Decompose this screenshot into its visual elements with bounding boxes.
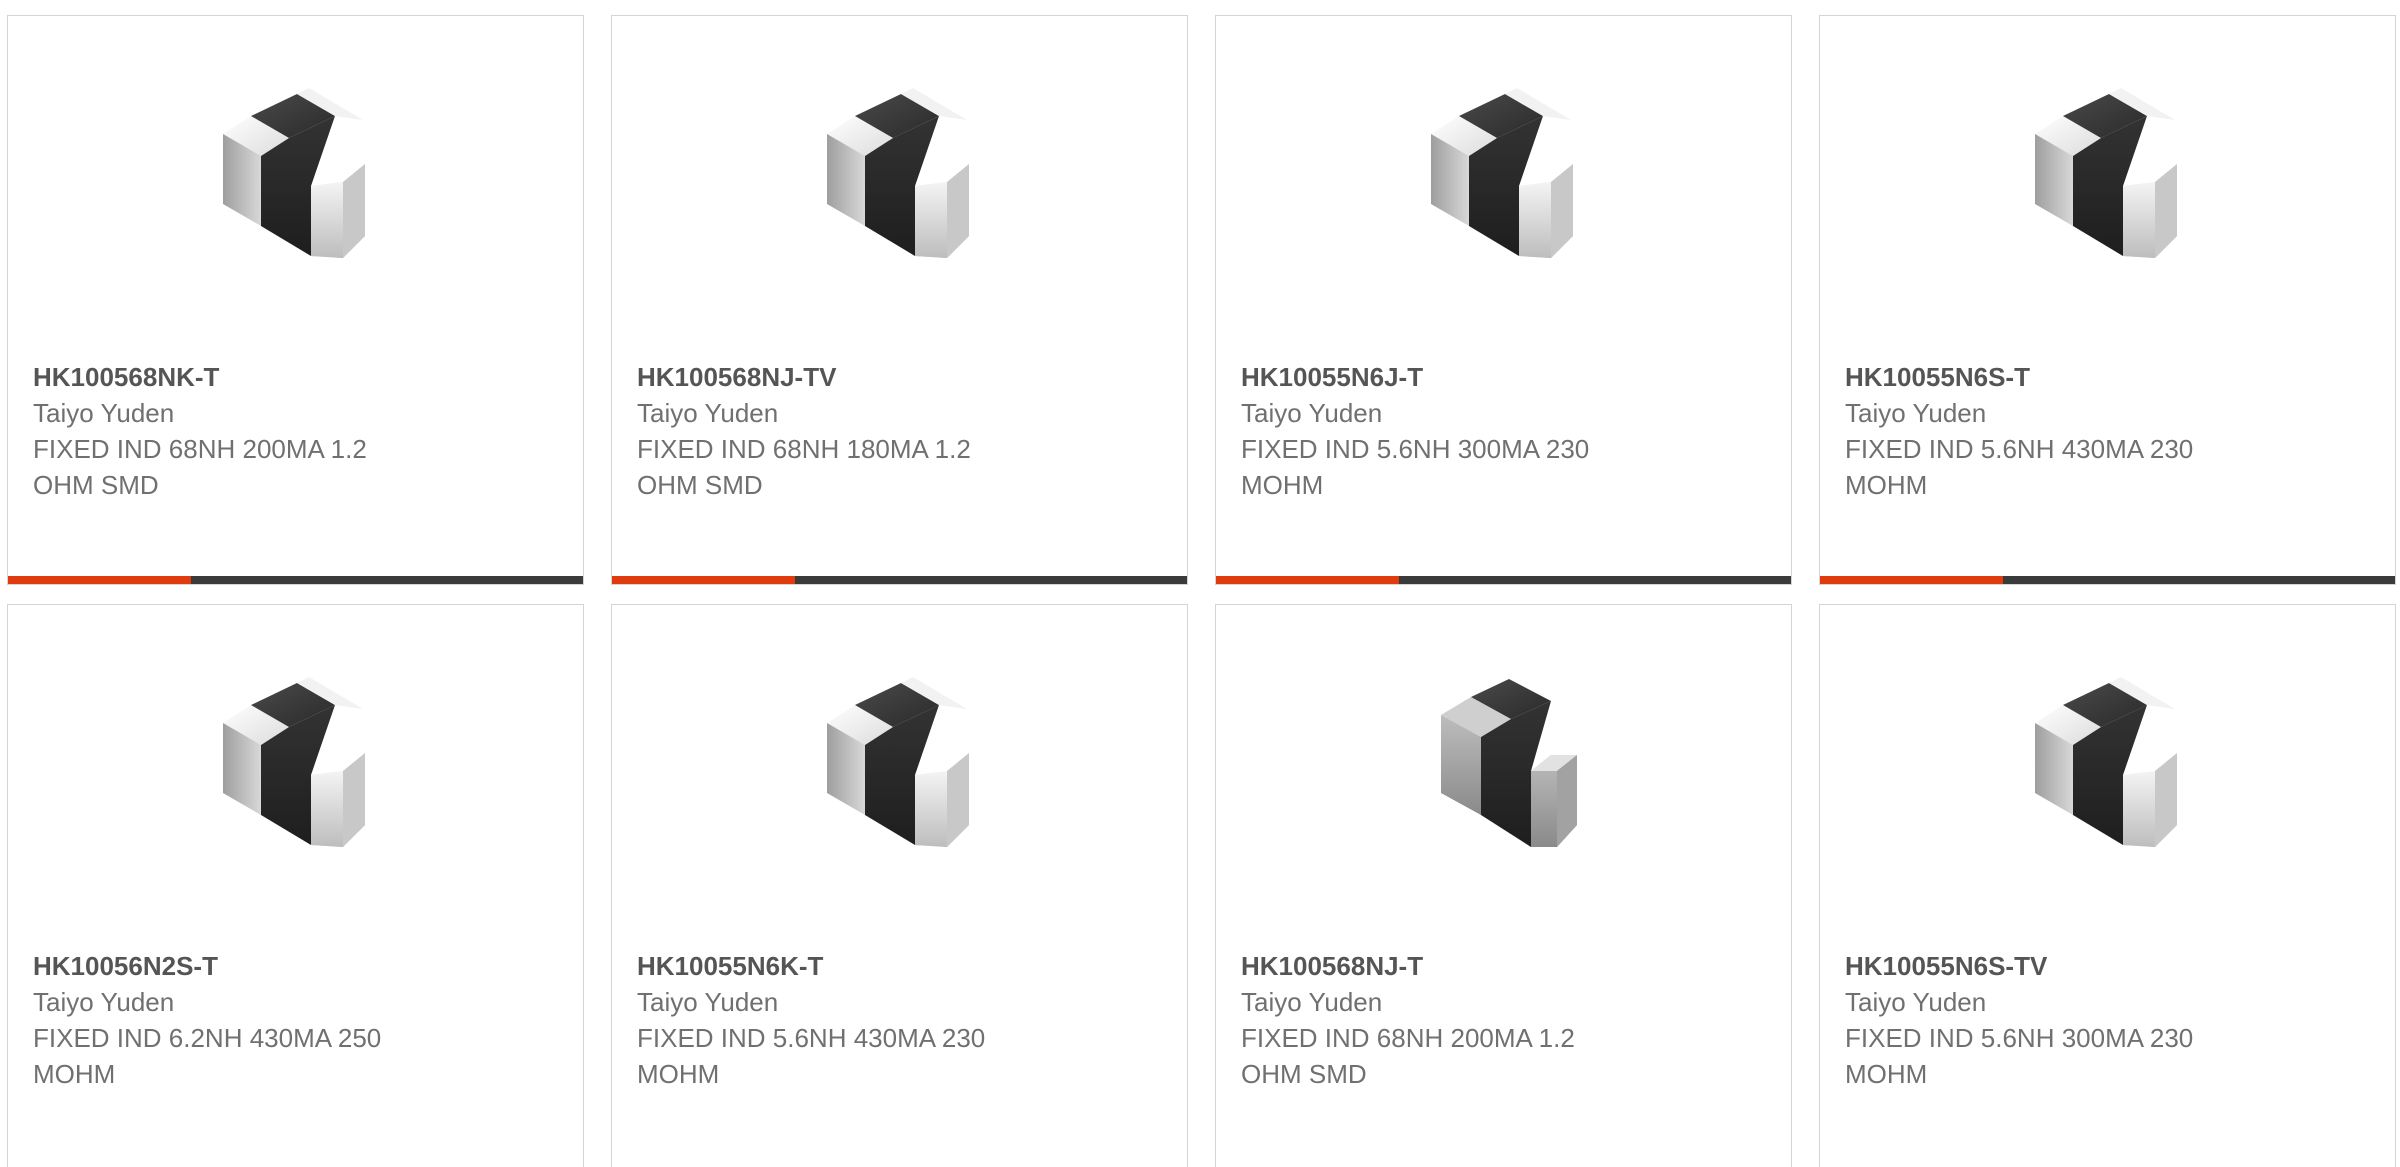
part-number[interactable]: HK10055N6J-T xyxy=(1241,359,1766,395)
product-info: HK10055N6S-T Taiyo Yuden FIXED IND 5.6NH… xyxy=(1845,359,2370,503)
manufacturer: Taiyo Yuden xyxy=(637,398,779,428)
description: FIXED IND 6.2NH 430MA 250 MOHM xyxy=(33,1023,382,1089)
accent-bar xyxy=(1820,576,2003,584)
chip-inductor-gray-image[interactable] xyxy=(1401,675,1601,875)
manufacturer: Taiyo Yuden xyxy=(1845,398,1987,428)
manufacturer: Taiyo Yuden xyxy=(1845,987,1987,1017)
product-card[interactable]: HK100568NK-T Taiyo Yuden FIXED IND 68NH … xyxy=(7,15,584,585)
accent-bar xyxy=(612,576,795,584)
product-info: HK100568NJ-TV Taiyo Yuden FIXED IND 68NH… xyxy=(637,359,1162,503)
product-info: HK10056N2S-T Taiyo Yuden FIXED IND 6.2NH… xyxy=(33,948,558,1092)
manufacturer: Taiyo Yuden xyxy=(33,398,175,428)
card-footer-bar xyxy=(8,576,583,584)
product-info: HK10055N6J-T Taiyo Yuden FIXED IND 5.6NH… xyxy=(1241,359,1766,503)
part-number[interactable]: HK100568NJ-TV xyxy=(637,359,1162,395)
part-number[interactable]: HK10055N6S-T xyxy=(1845,359,2370,395)
product-card[interactable]: HK10055N6S-TV Taiyo Yuden FIXED IND 5.6N… xyxy=(1819,604,2396,1167)
product-card[interactable]: HK10055N6S-T Taiyo Yuden FIXED IND 5.6NH… xyxy=(1819,15,2396,585)
part-number[interactable]: HK10055N6K-T xyxy=(637,948,1162,984)
chip-inductor-image[interactable] xyxy=(193,86,393,286)
card-footer-bar xyxy=(1216,576,1791,584)
chip-inductor-image[interactable] xyxy=(797,86,997,286)
description: FIXED IND 5.6NH 430MA 230 MOHM xyxy=(1845,434,2194,500)
manufacturer: Taiyo Yuden xyxy=(1241,398,1383,428)
card-footer-bar xyxy=(1820,576,2395,584)
product-card[interactable]: HK10056N2S-T Taiyo Yuden FIXED IND 6.2NH… xyxy=(7,604,584,1167)
part-number[interactable]: HK100568NK-T xyxy=(33,359,558,395)
part-number[interactable]: HK10055N6S-TV xyxy=(1845,948,2370,984)
product-info: HK100568NJ-T Taiyo Yuden FIXED IND 68NH … xyxy=(1241,948,1766,1092)
description: FIXED IND 68NH 180MA 1.2 OHM SMD xyxy=(637,434,971,500)
product-info: HK100568NK-T Taiyo Yuden FIXED IND 68NH … xyxy=(33,359,558,503)
description: FIXED IND 5.6NH 300MA 230 MOHM xyxy=(1241,434,1590,500)
product-card[interactable]: HK10055N6J-T Taiyo Yuden FIXED IND 5.6NH… xyxy=(1215,15,1792,585)
accent-bar xyxy=(8,576,191,584)
product-card[interactable]: HK100568NJ-TV Taiyo Yuden FIXED IND 68NH… xyxy=(611,15,1188,585)
product-card[interactable]: HK100568NJ-T Taiyo Yuden FIXED IND 68NH … xyxy=(1215,604,1792,1167)
chip-inductor-image[interactable] xyxy=(2005,675,2205,875)
product-grid: HK100568NK-T Taiyo Yuden FIXED IND 68NH … xyxy=(0,0,2400,1167)
manufacturer: Taiyo Yuden xyxy=(1241,987,1383,1017)
product-info: HK10055N6S-TV Taiyo Yuden FIXED IND 5.6N… xyxy=(1845,948,2370,1092)
chip-inductor-image[interactable] xyxy=(1401,86,1601,286)
manufacturer: Taiyo Yuden xyxy=(637,987,779,1017)
chip-inductor-image[interactable] xyxy=(193,675,393,875)
description: FIXED IND 5.6NH 300MA 230 MOHM xyxy=(1845,1023,2194,1089)
part-number[interactable]: HK10056N2S-T xyxy=(33,948,558,984)
card-footer-bar xyxy=(612,576,1187,584)
accent-bar xyxy=(1216,576,1399,584)
description: FIXED IND 68NH 200MA 1.2 OHM SMD xyxy=(1241,1023,1575,1089)
manufacturer: Taiyo Yuden xyxy=(33,987,175,1017)
part-number[interactable]: HK100568NJ-T xyxy=(1241,948,1766,984)
product-card[interactable]: HK10055N6K-T Taiyo Yuden FIXED IND 5.6NH… xyxy=(611,604,1188,1167)
product-info: HK10055N6K-T Taiyo Yuden FIXED IND 5.6NH… xyxy=(637,948,1162,1092)
chip-inductor-image[interactable] xyxy=(797,675,997,875)
chip-inductor-image[interactable] xyxy=(2005,86,2205,286)
description: FIXED IND 5.6NH 430MA 230 MOHM xyxy=(637,1023,986,1089)
description: FIXED IND 68NH 200MA 1.2 OHM SMD xyxy=(33,434,367,500)
